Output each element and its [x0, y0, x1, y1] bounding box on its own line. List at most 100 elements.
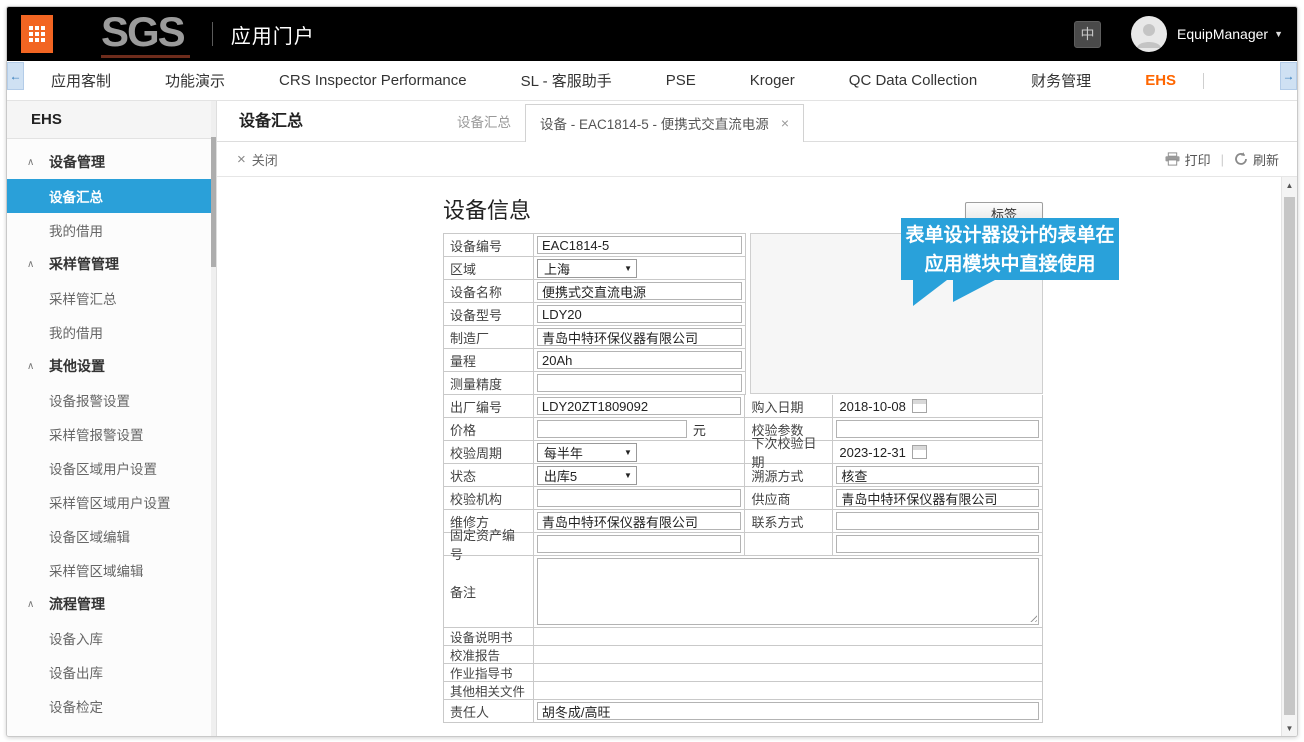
- nav-tab-feature-demo[interactable]: 功能演示: [138, 70, 252, 91]
- region-select[interactable]: 上海▼: [537, 259, 637, 278]
- contact-input[interactable]: [836, 512, 1039, 530]
- sidebar-item-device-verification[interactable]: 设备检定: [7, 689, 216, 723]
- header-right: 中 EquipManager ▼: [1074, 16, 1283, 52]
- close-label: 关闭: [252, 150, 278, 169]
- scroll-up-icon[interactable]: ▲: [1282, 177, 1297, 194]
- close-button[interactable]: × 关闭: [237, 150, 278, 169]
- close-tab-icon[interactable]: ×: [781, 115, 789, 131]
- purchase-date-field[interactable]: 2018-10-08: [833, 399, 927, 414]
- form-row: 测量精度: [444, 372, 746, 395]
- supplier-input[interactable]: [836, 489, 1039, 507]
- nav-tab-qc-data-collection[interactable]: QC Data Collection: [822, 72, 1004, 89]
- doc-tab-device-summary[interactable]: 设备汇总: [443, 111, 525, 141]
- nav-scroll-right-button[interactable]: →: [1280, 62, 1297, 90]
- sidebar-item-device-outbound[interactable]: 设备出库: [7, 655, 216, 689]
- user-avatar[interactable]: [1131, 16, 1167, 52]
- price-input[interactable]: [537, 420, 687, 438]
- sidebar-group-device-mgmt[interactable]: ∧ 设备管理: [7, 145, 216, 179]
- portal-title: 应用门户: [231, 20, 315, 49]
- sidebar: EHS ∧ 设备管理 设备汇总 我的借用 ∧ 采样管管理 采样管汇总 我的借用 …: [7, 101, 217, 737]
- form-row: 设备型号: [444, 303, 746, 326]
- manufacturer-input[interactable]: [537, 328, 742, 346]
- sidebar-item-tube-region-user-settings[interactable]: 采样管区域用户设置: [7, 485, 216, 519]
- scrollbar-thumb[interactable]: [1284, 197, 1295, 715]
- chevron-down-icon: ▼: [624, 471, 632, 480]
- main-pane: 设备汇总 设备汇总 设备 - EAC1814-5 - 便携式交直流电源 × × …: [217, 101, 1297, 737]
- field-label: 校验机构: [444, 487, 534, 510]
- trace-method-input[interactable]: [836, 466, 1039, 484]
- nav-tab-sl-service-assistant[interactable]: SL - 客服助手: [494, 70, 639, 91]
- apps-grid-icon: [29, 26, 45, 42]
- form-row: 出厂编号 购入日期 2018-10-08: [444, 395, 1043, 418]
- calendar-icon[interactable]: [912, 399, 927, 413]
- device-model-input[interactable]: [537, 305, 742, 323]
- sidebar-item-tube-region-edit[interactable]: 采样管区域编辑: [7, 553, 216, 587]
- sidebar-item-device-summary[interactable]: 设备汇总: [7, 179, 216, 213]
- print-label: 打印: [1185, 150, 1211, 169]
- nav-tab-kroger[interactable]: Kroger: [723, 72, 822, 89]
- maintainer-input[interactable]: [537, 512, 742, 530]
- vertical-scrollbar[interactable]: ▲ ▼: [1281, 177, 1297, 737]
- date-value: 2023-12-31: [839, 445, 906, 460]
- sidebar-scrollbar-thumb[interactable]: [211, 137, 216, 267]
- print-button[interactable]: 打印: [1165, 150, 1211, 169]
- device-manual-cell[interactable]: [534, 628, 1043, 646]
- calibration-org-input[interactable]: [537, 489, 742, 507]
- status-select[interactable]: 出库5▼: [537, 466, 637, 485]
- scroll-down-icon[interactable]: ▼: [1282, 720, 1297, 737]
- device-no-input[interactable]: [537, 236, 742, 254]
- nav-tab-ehs[interactable]: EHS: [1118, 72, 1203, 89]
- doc-tab-device-detail[interactable]: 设备 - EAC1814-5 - 便携式交直流电源 ×: [525, 104, 804, 142]
- field-label: 出厂编号: [444, 395, 534, 418]
- remarks-textarea[interactable]: [537, 558, 1039, 625]
- sidebar-group-sampling-tube-mgmt[interactable]: ∧ 采样管管理: [7, 247, 216, 281]
- sidebar-item-my-borrow-tube[interactable]: 我的借用: [7, 315, 216, 349]
- nav-tab-app-custom[interactable]: 应用客制: [24, 70, 138, 91]
- refresh-label: 刷新: [1253, 150, 1279, 169]
- form-row: 状态 出库5▼ 溯源方式: [444, 464, 1043, 487]
- owner-input[interactable]: [537, 702, 1039, 720]
- field-label: 供应商: [745, 487, 833, 510]
- nav-scroll-left-button[interactable]: ←: [7, 62, 24, 90]
- sidebar-item-device-region-user-settings[interactable]: 设备区域用户设置: [7, 451, 216, 485]
- device-name-input[interactable]: [537, 282, 742, 300]
- sidebar-item-device-region-edit[interactable]: 设备区域编辑: [7, 519, 216, 553]
- accuracy-input[interactable]: [537, 374, 742, 392]
- nav-tab-finance[interactable]: 财务管理: [1004, 70, 1118, 91]
- field-label: [745, 533, 833, 556]
- toolbar: × 关闭 打印 |: [217, 141, 1297, 177]
- next-calibration-date-field[interactable]: 2023-12-31: [833, 445, 927, 460]
- calibration-param-input[interactable]: [836, 420, 1039, 438]
- sidebar-item-tube-alarm-settings[interactable]: 采样管报警设置: [7, 417, 216, 451]
- doc-tab-label: 设备 - EAC1814-5 - 便携式交直流电源: [540, 113, 769, 133]
- fixed-asset-no-input[interactable]: [537, 535, 742, 553]
- apps-grid-button[interactable]: [21, 15, 53, 53]
- nav-tab-pse[interactable]: PSE: [639, 72, 723, 89]
- language-toggle-button[interactable]: 中: [1074, 21, 1101, 48]
- user-menu-caret-icon[interactable]: ▼: [1274, 29, 1283, 39]
- work-instruction-cell[interactable]: [534, 664, 1043, 682]
- select-value: 每半年: [544, 443, 583, 462]
- nav-tab-crs-inspector-performance[interactable]: CRS Inspector Performance: [252, 72, 494, 89]
- sidebar-group-other-settings[interactable]: ∧ 其他设置: [7, 349, 216, 383]
- toolbar-right: 打印 | 刷新: [1165, 150, 1279, 169]
- user-name[interactable]: EquipManager: [1177, 26, 1268, 42]
- factory-no-input[interactable]: [537, 397, 742, 415]
- sidebar-item-my-borrow[interactable]: 我的借用: [7, 213, 216, 247]
- sidebar-item-device-alarm-settings[interactable]: 设备报警设置: [7, 383, 216, 417]
- calibration-cycle-select[interactable]: 每半年▼: [537, 443, 637, 462]
- sidebar-item-device-inbound[interactable]: 设备入库: [7, 621, 216, 655]
- sidebar-group-label: 采样管管理: [49, 254, 119, 274]
- other-files-cell[interactable]: [534, 682, 1043, 700]
- refresh-button[interactable]: 刷新: [1234, 150, 1279, 169]
- sidebar-group-process-mgmt[interactable]: ∧ 流程管理: [7, 587, 216, 621]
- extra-input[interactable]: [836, 535, 1039, 553]
- field-label: 校验周期: [444, 441, 534, 464]
- date-value: 2018-10-08: [839, 399, 906, 414]
- calibration-report-cell[interactable]: [534, 646, 1043, 664]
- form-pair-rows: 出厂编号 购入日期 2018-10-08 价格 元 校验参数 校验周: [443, 395, 1043, 556]
- form-row: 价格 元 校验参数: [444, 418, 1043, 441]
- range-input[interactable]: [537, 351, 742, 369]
- sidebar-item-tube-summary[interactable]: 采样管汇总: [7, 281, 216, 315]
- calendar-icon[interactable]: [912, 445, 927, 459]
